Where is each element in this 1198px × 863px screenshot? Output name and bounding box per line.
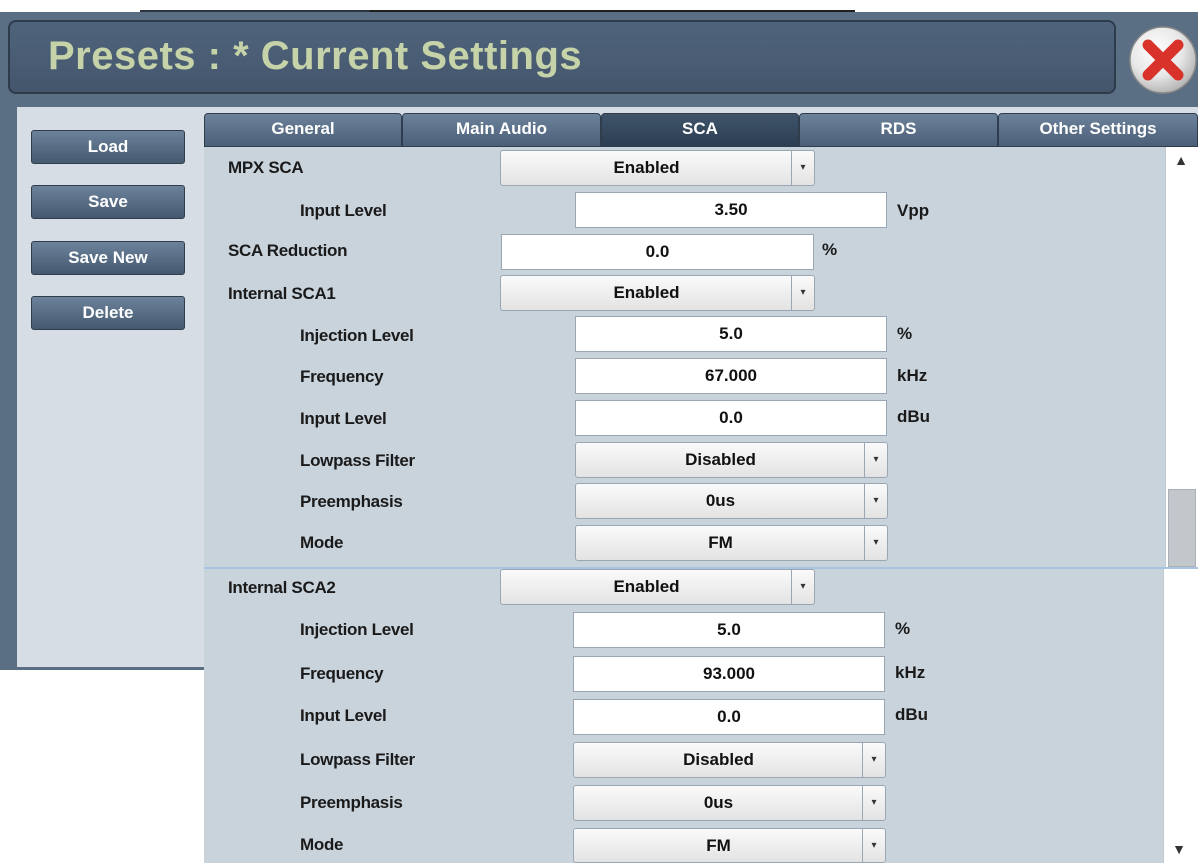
scrollbar-lower[interactable]: ▼ bbox=[1163, 569, 1198, 863]
chevron-down-icon: ▾ bbox=[791, 570, 814, 604]
load-button[interactable]: Load bbox=[31, 130, 185, 164]
internal-sca2-dropdown[interactable]: Enabled ▾ bbox=[500, 569, 815, 605]
chevron-down-icon: ▾ bbox=[791, 151, 814, 185]
sca2-preemphasis-dropdown[interactable]: 0us ▾ bbox=[573, 785, 886, 821]
scroll-down-icon[interactable]: ▼ bbox=[1164, 841, 1194, 857]
sca-reduction-field[interactable]: 0.0 bbox=[501, 234, 814, 270]
tab-general[interactable]: General bbox=[204, 113, 402, 147]
sca2-input-level-label: Input Level bbox=[300, 706, 387, 725]
sca2-input-level-unit: dBu bbox=[895, 705, 929, 724]
sca-reduction-unit: % bbox=[822, 240, 838, 259]
chevron-down-icon: ▾ bbox=[864, 443, 887, 477]
chevron-down-icon: ▾ bbox=[862, 743, 885, 777]
sca1-frequency-label: Frequency bbox=[300, 367, 384, 386]
sca1-mode-value: FM bbox=[708, 533, 733, 552]
top-strip bbox=[0, 0, 1198, 12]
chevron-down-icon: ▾ bbox=[864, 526, 887, 560]
sca2-lowpass-filter-dropdown[interactable]: Disabled ▾ bbox=[573, 742, 886, 778]
sca1-lowpass-filter-label: Lowpass Filter bbox=[300, 451, 415, 470]
strip-segment bbox=[370, 10, 855, 12]
strip-segment bbox=[140, 10, 370, 12]
mpx-sca-label: MPX SCA bbox=[228, 158, 304, 177]
sca1-preemphasis-value: 0us bbox=[705, 491, 736, 510]
sca1-input-level-unit: dBu bbox=[897, 407, 931, 426]
scroll-thumb[interactable] bbox=[1168, 489, 1196, 567]
sca1-lowpass-filter-value: Disabled bbox=[685, 450, 756, 469]
mpx-input-level-field[interactable]: 3.50 bbox=[575, 192, 887, 228]
internal-sca1-value: Enabled bbox=[613, 283, 680, 302]
mpx-input-level-unit: Vpp bbox=[897, 201, 930, 220]
chevron-down-icon: ▾ bbox=[791, 276, 814, 310]
sca1-input-level-label: Input Level bbox=[300, 409, 387, 428]
title-bar: Presets : * Current Settings bbox=[8, 20, 1116, 94]
sca2-frequency-label: Frequency bbox=[300, 664, 384, 683]
mpx-sca-dropdown[interactable]: Enabled ▾ bbox=[500, 150, 815, 186]
tab-main-audio[interactable]: Main Audio bbox=[402, 113, 601, 147]
sca-reduction-label: SCA Reduction bbox=[228, 241, 348, 260]
sca2-mode-dropdown[interactable]: FM ▾ bbox=[573, 828, 886, 863]
save-button[interactable]: Save bbox=[31, 185, 185, 219]
sca2-preemphasis-value: 0us bbox=[703, 793, 734, 812]
chevron-down-icon: ▾ bbox=[862, 786, 885, 820]
chevron-down-icon: ▾ bbox=[864, 484, 887, 518]
save-new-button[interactable]: Save New bbox=[31, 241, 185, 275]
sca1-lowpass-filter-dropdown[interactable]: Disabled ▾ bbox=[575, 442, 888, 478]
tab-rds[interactable]: RDS bbox=[799, 113, 998, 147]
sca1-preemphasis-dropdown[interactable]: 0us ▾ bbox=[575, 483, 888, 519]
tab-sca[interactable]: SCA bbox=[601, 113, 799, 147]
sca2-frequency-field[interactable]: 93.000 bbox=[573, 656, 885, 692]
sca2-lowpass-filter-label: Lowpass Filter bbox=[300, 750, 415, 769]
internal-sca1-dropdown[interactable]: Enabled ▾ bbox=[500, 275, 815, 311]
scrollbar[interactable]: ▲ bbox=[1165, 147, 1198, 567]
sca1-preemphasis-label: Preemphasis bbox=[300, 492, 403, 511]
internal-sca2-value: Enabled bbox=[613, 577, 680, 596]
sca2-lowpass-filter-value: Disabled bbox=[683, 750, 754, 769]
sca1-injection-level-label: Injection Level bbox=[300, 326, 414, 345]
close-button[interactable] bbox=[1128, 25, 1198, 95]
sca2-input-level-field[interactable]: 0.0 bbox=[573, 699, 885, 735]
mpx-input-level-label: Input Level bbox=[300, 201, 387, 220]
delete-button[interactable]: Delete bbox=[31, 296, 185, 330]
internal-sca2-label: Internal SCA2 bbox=[228, 578, 336, 597]
scroll-up-icon[interactable]: ▲ bbox=[1166, 152, 1196, 168]
sca1-injection-level-field[interactable]: 5.0 bbox=[575, 316, 887, 352]
sca2-mode-label: Mode bbox=[300, 835, 344, 854]
sca2-injection-level-unit: % bbox=[895, 619, 911, 638]
sca2-mode-value: FM bbox=[706, 836, 731, 855]
sca1-input-level-field[interactable]: 0.0 bbox=[575, 400, 887, 436]
close-icon bbox=[1129, 26, 1197, 94]
chevron-down-icon: ▾ bbox=[862, 829, 885, 862]
sca2-injection-level-field[interactable]: 5.0 bbox=[573, 612, 885, 648]
sca1-frequency-field[interactable]: 67.000 bbox=[575, 358, 887, 394]
sca2-preemphasis-label: Preemphasis bbox=[300, 793, 403, 812]
sca1-mode-label: Mode bbox=[300, 533, 344, 552]
sca2-frequency-unit: kHz bbox=[895, 663, 926, 682]
page-title: Presets : * Current Settings bbox=[48, 34, 583, 78]
sca1-frequency-unit: kHz bbox=[897, 366, 928, 385]
tab-other-settings[interactable]: Other Settings bbox=[998, 113, 1198, 147]
internal-sca1-label: Internal SCA1 bbox=[228, 284, 336, 303]
mpx-sca-value: Enabled bbox=[613, 158, 680, 177]
sca1-mode-dropdown[interactable]: FM ▾ bbox=[575, 525, 888, 561]
sca1-injection-level-unit: % bbox=[897, 324, 913, 343]
sca2-injection-level-label: Injection Level bbox=[300, 620, 414, 639]
